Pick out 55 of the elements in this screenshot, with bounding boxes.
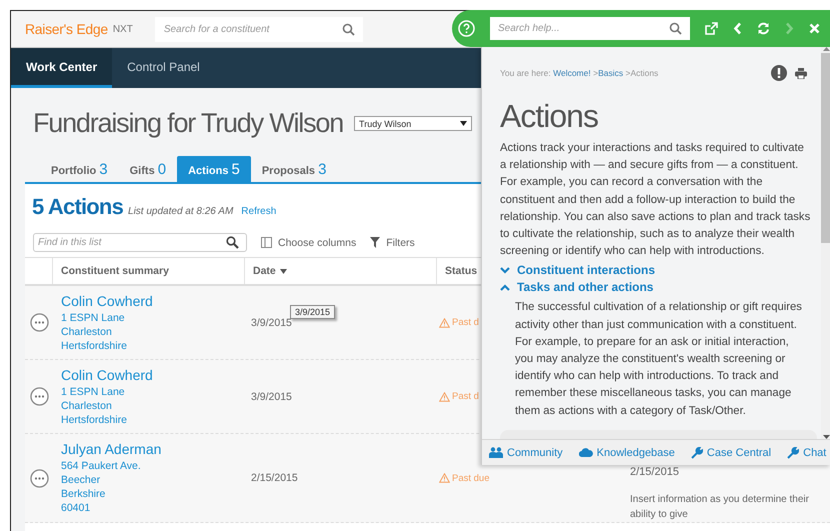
- date-cell: 3/9/2015: [251, 316, 292, 328]
- tab[interactable]: Gifts 0: [118, 156, 178, 182]
- address-line[interactable]: 1 ESPN Lane: [61, 385, 245, 399]
- section-toggle[interactable]: Tasks and other actions: [500, 280, 817, 294]
- column-header[interactable]: Date: [253, 265, 287, 277]
- page-title: Fundraising for Trudy Wilson: [33, 108, 344, 139]
- list-count-title: 5 Actions: [32, 194, 124, 220]
- constituent-name-link[interactable]: Colin Cowherd: [61, 367, 245, 383]
- section-paragraph: The successful cultivation of a relationship or gift requires activity other than just communication with a constituent. For example, to prepare for an ask or initial interaction, you may analyze the constituent's wealth screening or identify who can help with introductions. To track and remember these miscellaneous tasks, you can manage them as actions with a category of Task/Other.: [514, 300, 803, 419]
- filters-button[interactable]: Filters: [370, 236, 415, 248]
- section-toggle[interactable]: Constituent interactions: [500, 263, 817, 278]
- address-line[interactable]: Hertsfordshire: [61, 413, 245, 427]
- address-line[interactable]: 564 Paukert Ave.: [61, 459, 245, 473]
- status-cell: Past d: [452, 391, 479, 402]
- help-paragraph: Actions track your interactions and tasks required to cultivate a relationship with — and secure gifts from — a constituent. For example, you can record a conversation with the constituent and then add a follow-up interaction to build the relationship. You can also save actions to plan and track tasks to cultivate the relationship, such as to analyze their wealth screening or identify who can help with introductions.: [500, 141, 812, 260]
- address-line[interactable]: 60401: [61, 501, 245, 515]
- status-cell: Past due: [452, 472, 490, 484]
- address-line[interactable]: 1 ESPN Lane: [61, 311, 245, 325]
- date-tooltip: 3/9/2015: [290, 305, 336, 319]
- address-line[interactable]: Hertsfordshire: [61, 339, 245, 353]
- constituent-name-link[interactable]: Julyan Aderman: [61, 441, 245, 457]
- nav-tab[interactable]: Work Center: [11, 48, 112, 88]
- table-cell-text: Insert information as you determine their ability to give: [630, 493, 810, 522]
- find-field[interactable]: Find in this list: [33, 233, 247, 252]
- column-header[interactable]: Constituent summary: [61, 265, 169, 277]
- search-field[interactable]: Search for a constituent: [154, 16, 363, 42]
- updated-text: List updated at 8:26 AM: [128, 206, 234, 217]
- date-cell: 2/15/2015: [251, 472, 298, 484]
- person-select[interactable]: Trudy Wilson: [354, 116, 472, 131]
- nav-tab[interactable]: Control Panel: [112, 48, 215, 88]
- footer-link[interactable]: Case Central: [690, 446, 772, 458]
- breadcrumb-link[interactable]: Welcome!: [553, 68, 591, 78]
- help-title: Actions: [500, 98, 599, 135]
- refresh-link[interactable]: Refresh: [241, 206, 276, 217]
- logo-suffix: NXT: [112, 24, 133, 34]
- tab[interactable]: Actions 5: [177, 156, 251, 182]
- address-line[interactable]: Charleston: [61, 399, 245, 413]
- footer-link[interactable]: Knowledgebase: [578, 446, 675, 458]
- tab[interactable]: Portfolio 3: [40, 156, 119, 182]
- status-cell: Past d: [452, 317, 479, 328]
- breadcrumb-link[interactable]: Basics: [598, 68, 624, 78]
- tab[interactable]: Proposals 3: [250, 156, 338, 182]
- help-search-field[interactable]: Search help...: [490, 17, 690, 40]
- footer-link[interactable]: Community: [489, 446, 563, 458]
- constituent-name-link[interactable]: Colin Cowherd: [61, 293, 245, 309]
- logo[interactable]: Raiser's Edge: [25, 21, 108, 37]
- date-cell: 3/9/2015: [251, 390, 292, 402]
- address-line[interactable]: Beecher: [61, 473, 245, 487]
- footer-link[interactable]: Chat: [787, 446, 826, 458]
- breadcrumb: You are here: Welcome! >Basics >Actions: [500, 68, 658, 78]
- address-line[interactable]: Berkshire: [61, 487, 245, 501]
- choose-columns-button[interactable]: Choose columns: [261, 236, 356, 248]
- address-line[interactable]: Charleston: [61, 325, 245, 339]
- column-header[interactable]: Status: [445, 265, 478, 277]
- table-cell-text: 2/15/2015: [630, 466, 680, 478]
